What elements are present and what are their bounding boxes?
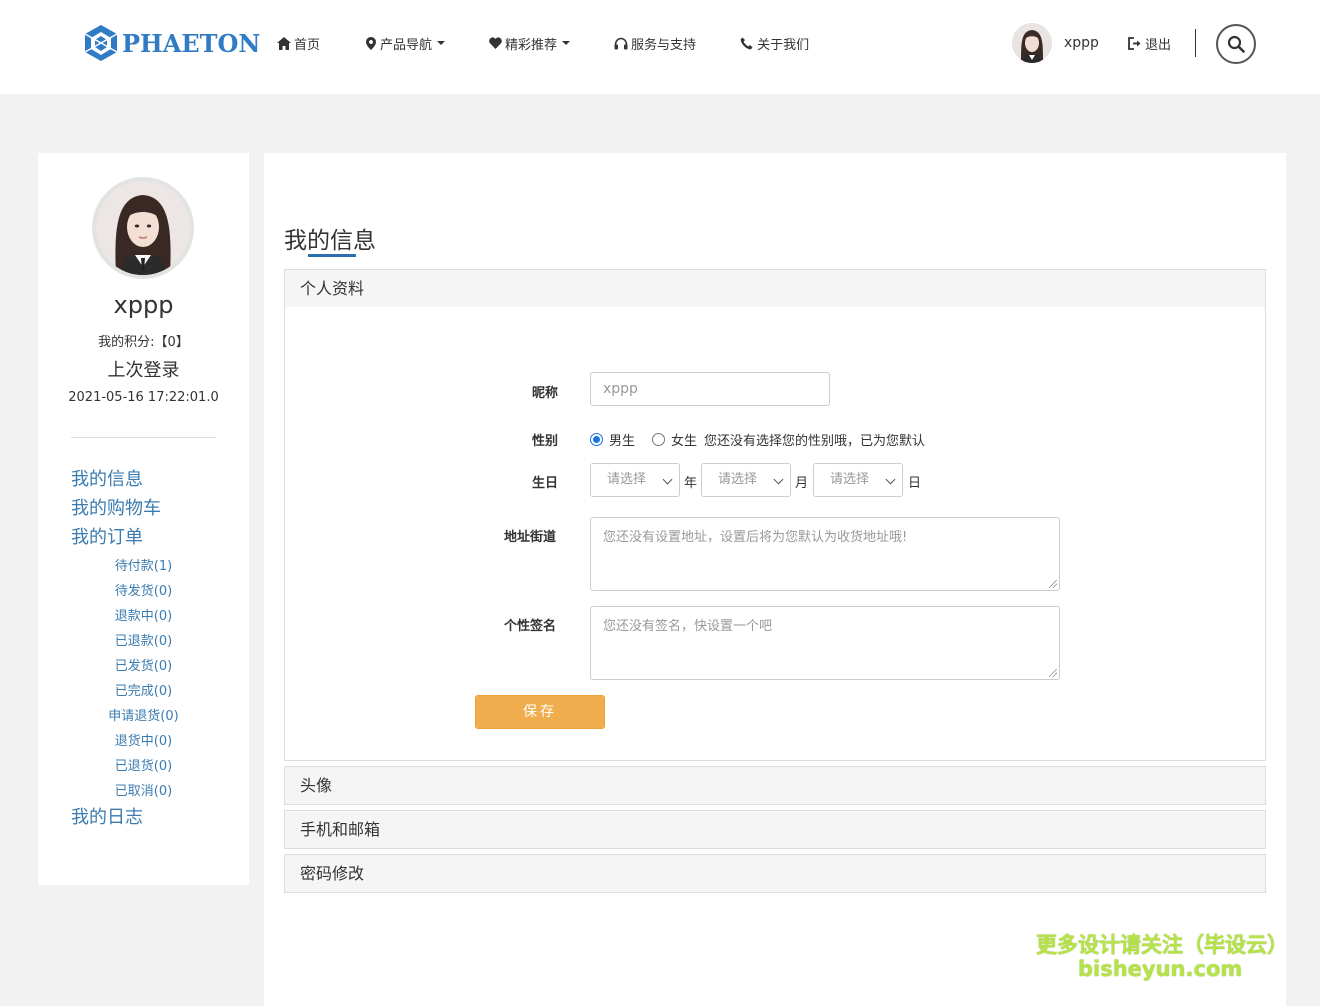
- gender-female-label[interactable]: 女生: [671, 430, 697, 449]
- logout-link[interactable]: 退出: [1128, 34, 1171, 53]
- signature-placeholder: 您还没有签名，快设置一个吧: [603, 619, 773, 634]
- map-marker-icon: [366, 36, 377, 50]
- panel-profile-heading[interactable]: 个人资料: [285, 270, 1265, 307]
- month-unit: 月: [795, 476, 809, 491]
- title-underline: [308, 254, 356, 257]
- order-status-shipped[interactable]: 已发货(0): [38, 655, 249, 674]
- order-status-pending-payment[interactable]: 待付款(1): [38, 555, 249, 574]
- nav-about[interactable]: 关于我们: [740, 33, 809, 53]
- header-divider: [1195, 29, 1196, 57]
- save-button[interactable]: 保存: [475, 695, 605, 729]
- nav-support[interactable]: 服务与支持: [614, 33, 696, 53]
- chevron-down-icon: [885, 474, 896, 485]
- headphones-icon: [614, 37, 628, 49]
- address-placeholder: 您还没有设置地址，设置后将为您默认为收货地址哦!: [603, 530, 908, 545]
- panel-password-heading[interactable]: 密码修改: [285, 855, 1265, 892]
- search-icon: [1227, 35, 1245, 53]
- last-login-time: 2021-05-16 17:22:01.0: [68, 390, 219, 405]
- gender-female-radio[interactable]: [652, 433, 665, 446]
- top-header: PHAETON 首页 产品导航 精彩推荐 服务与支持 关于我们 xppp 退出: [0, 0, 1320, 94]
- heart-icon: [489, 37, 502, 49]
- signature-label: 个性签名: [504, 619, 557, 634]
- header-username[interactable]: xppp: [1064, 35, 1099, 51]
- gender-male-radio[interactable]: [590, 433, 603, 446]
- day-unit: 日: [908, 476, 922, 491]
- panel-profile[interactable]: 个人资料: [284, 269, 1266, 308]
- nav-home-label: 首页: [294, 37, 321, 53]
- chevron-down-icon: [662, 474, 673, 485]
- gender-male-label[interactable]: 男生: [609, 430, 635, 449]
- phone-icon: [740, 37, 753, 49]
- birth-year-value: 请选择: [607, 472, 647, 487]
- birth-year-select[interactable]: 请选择: [590, 463, 680, 497]
- profile-form: 昵称 性别 男生 女生 您还没有选择您的性别哦，已为您默认 生日 请选择 年 请…: [284, 307, 1266, 761]
- main-nav: 首页 产品导航 精彩推荐 服务与支持 关于我们: [277, 33, 809, 53]
- profile-avatar: [92, 177, 194, 279]
- birth-month-select[interactable]: 请选择: [701, 463, 791, 497]
- sidebar-item-cart[interactable]: 我的购物车: [71, 494, 161, 520]
- resize-handle[interactable]: [1049, 580, 1057, 588]
- birth-day-select[interactable]: 请选择: [813, 463, 903, 497]
- birth-month-value: 请选择: [718, 472, 758, 487]
- birthday-label: 生日: [532, 476, 559, 491]
- chevron-down-icon: [773, 474, 784, 485]
- order-status-completed[interactable]: 已完成(0): [38, 680, 249, 699]
- search-button[interactable]: [1216, 24, 1256, 64]
- nav-support-label: 服务与支持: [631, 37, 697, 53]
- sidebar-item-my-info[interactable]: 我的信息: [71, 465, 143, 491]
- panel-contact[interactable]: 手机和邮箱: [284, 810, 1266, 849]
- points-text: 我的积分:【0】: [98, 335, 189, 350]
- order-status-refunded[interactable]: 已退款(0): [38, 630, 249, 649]
- home-icon: [277, 36, 291, 50]
- order-status-refunding[interactable]: 退款中(0): [38, 605, 249, 624]
- nav-featured[interactable]: 精彩推荐: [489, 33, 571, 53]
- panel-avatar[interactable]: 头像: [284, 766, 1266, 805]
- resize-handle[interactable]: [1049, 669, 1057, 677]
- logout-label: 退出: [1145, 38, 1172, 53]
- avatar[interactable]: [1012, 23, 1052, 63]
- logo[interactable]: PHAETON: [82, 24, 260, 62]
- address-label: 地址街道: [504, 530, 557, 545]
- panel-contact-heading[interactable]: 手机和邮箱: [285, 811, 1265, 848]
- logo-text: PHAETON: [122, 28, 261, 58]
- order-status-return-requested[interactable]: 申请退货(0): [38, 705, 249, 724]
- page-title: 我的信息: [284, 228, 376, 254]
- last-login-label: 上次登录: [107, 360, 180, 381]
- chevron-down-icon: [562, 41, 571, 45]
- nav-home[interactable]: 首页: [277, 33, 320, 53]
- gender-label: 性别: [532, 434, 559, 449]
- chevron-down-icon: [437, 41, 446, 45]
- sidebar-item-log[interactable]: 我的日志: [71, 803, 143, 829]
- birth-day-value: 请选择: [830, 472, 870, 487]
- sidebar-item-orders[interactable]: 我的订单: [71, 523, 143, 549]
- nickname-label: 昵称: [532, 386, 559, 401]
- order-status-cancelled[interactable]: 已取消(0): [38, 780, 249, 799]
- main-content: 我的信息 个人资料 昵称 性别 男生 女生 您还没有选择您的性别哦，已为您默认 …: [264, 153, 1286, 1006]
- logout-icon: [1128, 37, 1141, 50]
- user-menu[interactable]: xppp: [1012, 23, 1099, 63]
- nav-about-label: 关于我们: [757, 37, 810, 53]
- watermark-line-2: bisheyun.com: [1078, 957, 1243, 981]
- order-status-returned[interactable]: 已退货(0): [38, 755, 249, 774]
- panel-avatar-heading[interactable]: 头像: [285, 767, 1265, 804]
- signature-textarea[interactable]: 您还没有签名，快设置一个吧: [590, 606, 1060, 680]
- panel-password[interactable]: 密码修改: [284, 854, 1266, 893]
- profile-avatar-image: [96, 181, 190, 275]
- order-status-returning[interactable]: 退货中(0): [38, 730, 249, 749]
- nickname-input[interactable]: [590, 372, 830, 406]
- user-sidebar: xppp 我的积分:【0】 上次登录 2021-05-16 17:22:01.0…: [38, 153, 249, 885]
- nav-featured-label: 精彩推荐: [505, 37, 558, 53]
- address-textarea[interactable]: 您还没有设置地址，设置后将为您默认为收货地址哦!: [590, 517, 1060, 591]
- watermark-line-1: 更多设计请关注（毕设云）: [1036, 933, 1288, 957]
- profile-name: xppp: [113, 291, 174, 319]
- year-unit: 年: [684, 476, 698, 491]
- nav-products[interactable]: 产品导航: [366, 33, 446, 53]
- gender-note: 您还没有选择您的性别哦，已为您默认: [704, 434, 926, 449]
- sidebar-divider: [71, 437, 216, 438]
- order-status-pending-shipment[interactable]: 待发货(0): [38, 580, 249, 599]
- logo-icon: [84, 25, 118, 61]
- user-avatar-image: [1012, 23, 1052, 63]
- nav-products-label: 产品导航: [380, 37, 433, 53]
